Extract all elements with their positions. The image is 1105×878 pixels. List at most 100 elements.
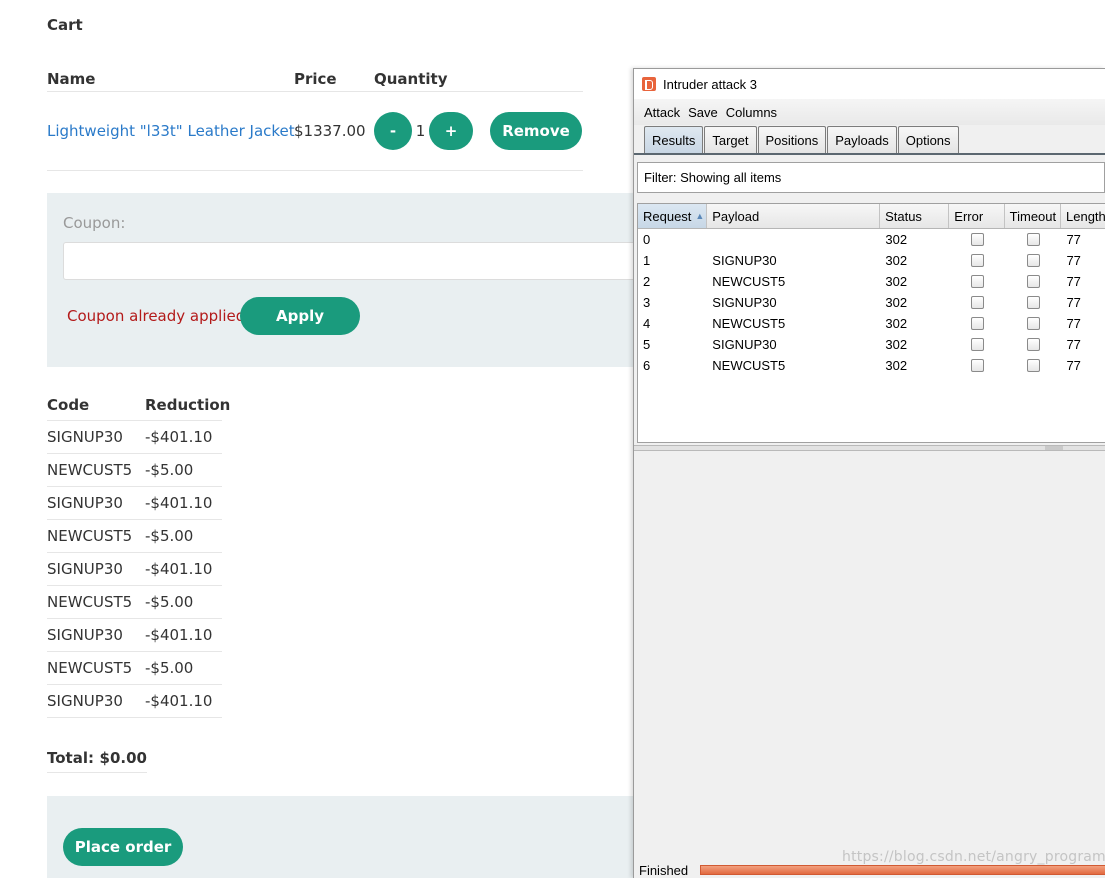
total-row: Total: $0.00 (47, 744, 147, 773)
table-row[interactable]: 3 SIGNUP30 302 77 (638, 292, 1105, 313)
code-row: SIGNUP30 -$401.10 (47, 421, 222, 454)
product-price: $1337.00 (294, 122, 366, 140)
timeout-checkbox (1026, 233, 1040, 246)
code-cell: NEWCUST5 (47, 461, 133, 479)
quantity-column-header: Quantity (374, 69, 448, 88)
tab-results[interactable]: Results (644, 126, 704, 153)
place-order-button[interactable]: Place order (63, 828, 183, 866)
code-row: SIGNUP30 -$401.10 (47, 685, 222, 718)
table-row[interactable]: 0 302 77 (638, 229, 1105, 250)
error-checkbox (970, 338, 984, 351)
request-column-header[interactable]: Request ▲ (638, 204, 708, 228)
tab-bar: Results Target Positions Payloads Option… (634, 125, 1105, 155)
table-row[interactable]: 1 SIGNUP30 302 77 (638, 250, 1105, 271)
quantity-value: 1 (415, 122, 426, 140)
watermark: https://blog.csdn.net/angry_program (842, 849, 1105, 865)
tab-positions[interactable]: Positions (757, 126, 827, 153)
status-text: Finished (639, 862, 689, 878)
error-checkbox (970, 317, 984, 330)
code-row: SIGNUP30 -$401.10 (47, 553, 222, 586)
reduction-cell: -$401.10 (145, 494, 213, 512)
timeout-checkbox (1026, 338, 1040, 351)
results-table: Request ▲ Payload Status Error Timeout L… (637, 203, 1105, 443)
menu-bar: Attack Save Columns (634, 99, 1105, 125)
code-row: SIGNUP30 -$401.10 (47, 487, 222, 520)
error-checkbox (970, 296, 984, 309)
reduction-column-header: Reduction (145, 396, 231, 414)
code-row: SIGNUP30 -$401.10 (47, 619, 222, 652)
coupon-panel: Coupon: Coupon already applied Apply (47, 193, 647, 367)
code-cell: NEWCUST5 (47, 593, 133, 611)
tab-payloads[interactable]: Payloads (827, 126, 897, 153)
code-cell: NEWCUST5 (47, 527, 133, 545)
decrease-quantity-button[interactable]: - (374, 112, 412, 150)
table-row[interactable]: 5 SIGNUP30 302 77 (638, 334, 1105, 355)
code-cell: SIGNUP30 (47, 692, 123, 710)
length-column-header[interactable]: Length (1061, 204, 1105, 228)
quantity-control: - 1 + Remove (374, 112, 583, 150)
tab-target[interactable]: Target (704, 126, 757, 153)
code-cell: SIGNUP30 (47, 560, 123, 578)
coupon-input[interactable] (63, 242, 647, 280)
code-cell: SIGNUP30 (47, 428, 123, 446)
reduction-cell: -$401.10 (145, 692, 213, 710)
menu-save[interactable]: Save (688, 105, 718, 120)
cart-table: Name Price Quantity Lightweight "l33t" L… (47, 66, 583, 171)
reduction-cell: -$5.00 (145, 527, 194, 545)
coupon-error-message: Coupon already applied (67, 307, 246, 325)
reduction-cell: -$5.00 (145, 461, 194, 479)
code-row: NEWCUST5 -$5.00 (47, 652, 222, 685)
window-title: Intruder attack 3 (663, 76, 757, 92)
timeout-checkbox (1026, 296, 1040, 309)
tab-options[interactable]: Options (897, 126, 959, 153)
window-titlebar[interactable]: Intruder attack 3 (634, 69, 1105, 99)
coupon-label: Coupon: (63, 214, 126, 232)
applied-codes-table: Code Reduction SIGNUP30 -$401.10 NEWCUST5… (47, 390, 231, 718)
error-checkbox (970, 275, 984, 288)
reduction-cell: -$401.10 (145, 560, 213, 578)
filter-bar[interactable]: Filter: Showing all items (637, 162, 1105, 193)
price-column-header: Price (294, 69, 337, 88)
table-row[interactable]: 6 NEWCUST5 302 77 (638, 355, 1105, 376)
table-row[interactable]: 4 NEWCUST5 302 77 (638, 313, 1105, 334)
remove-button[interactable]: Remove (490, 112, 582, 150)
progress-bar (700, 865, 1105, 875)
reduction-cell: -$401.10 (145, 626, 213, 644)
product-link[interactable]: Lightweight "l33t" Leather Jacket (47, 122, 295, 140)
timeout-checkbox (1026, 254, 1040, 267)
splitter-grip-icon[interactable] (1045, 446, 1063, 450)
name-column-header: Name (47, 69, 96, 88)
burp-logo-icon (642, 77, 656, 91)
error-column-header[interactable]: Error (949, 204, 1005, 228)
error-checkbox (970, 233, 984, 246)
timeout-column-header[interactable]: Timeout (1005, 204, 1062, 228)
order-panel: Place order (47, 796, 647, 878)
error-checkbox (970, 359, 984, 372)
reduction-cell: -$5.00 (145, 593, 194, 611)
code-cell: NEWCUST5 (47, 659, 133, 677)
timeout-checkbox (1026, 317, 1040, 330)
total-value: $0.00 (99, 749, 147, 767)
table-row[interactable]: 2 NEWCUST5 302 77 (638, 271, 1105, 292)
menu-attack[interactable]: Attack (644, 105, 680, 120)
total-label: Total: (47, 749, 94, 767)
status-column-header[interactable]: Status (880, 204, 950, 228)
code-row: NEWCUST5 -$5.00 (47, 586, 222, 619)
progress-fill (701, 866, 1105, 874)
timeout-checkbox (1026, 275, 1040, 288)
timeout-checkbox (1026, 359, 1040, 372)
code-row: NEWCUST5 -$5.00 (47, 520, 222, 553)
cart-item-row: Lightweight "l33t" Leather Jacket $1337.… (47, 92, 583, 171)
apply-coupon-button[interactable]: Apply (240, 297, 360, 335)
cart-table-header: Name Price Quantity (47, 66, 583, 92)
menu-columns[interactable]: Columns (726, 105, 777, 120)
cart-title: Cart (47, 16, 83, 34)
increase-quantity-button[interactable]: + (429, 112, 473, 150)
sort-ascending-icon: ▲ (695, 211, 705, 221)
code-row: NEWCUST5 -$5.00 (47, 454, 222, 487)
pane-splitter[interactable] (634, 445, 1105, 451)
payload-column-header[interactable]: Payload (707, 204, 881, 228)
reduction-cell: -$5.00 (145, 659, 194, 677)
code-column-header: Code (47, 396, 90, 414)
error-checkbox (970, 254, 984, 267)
